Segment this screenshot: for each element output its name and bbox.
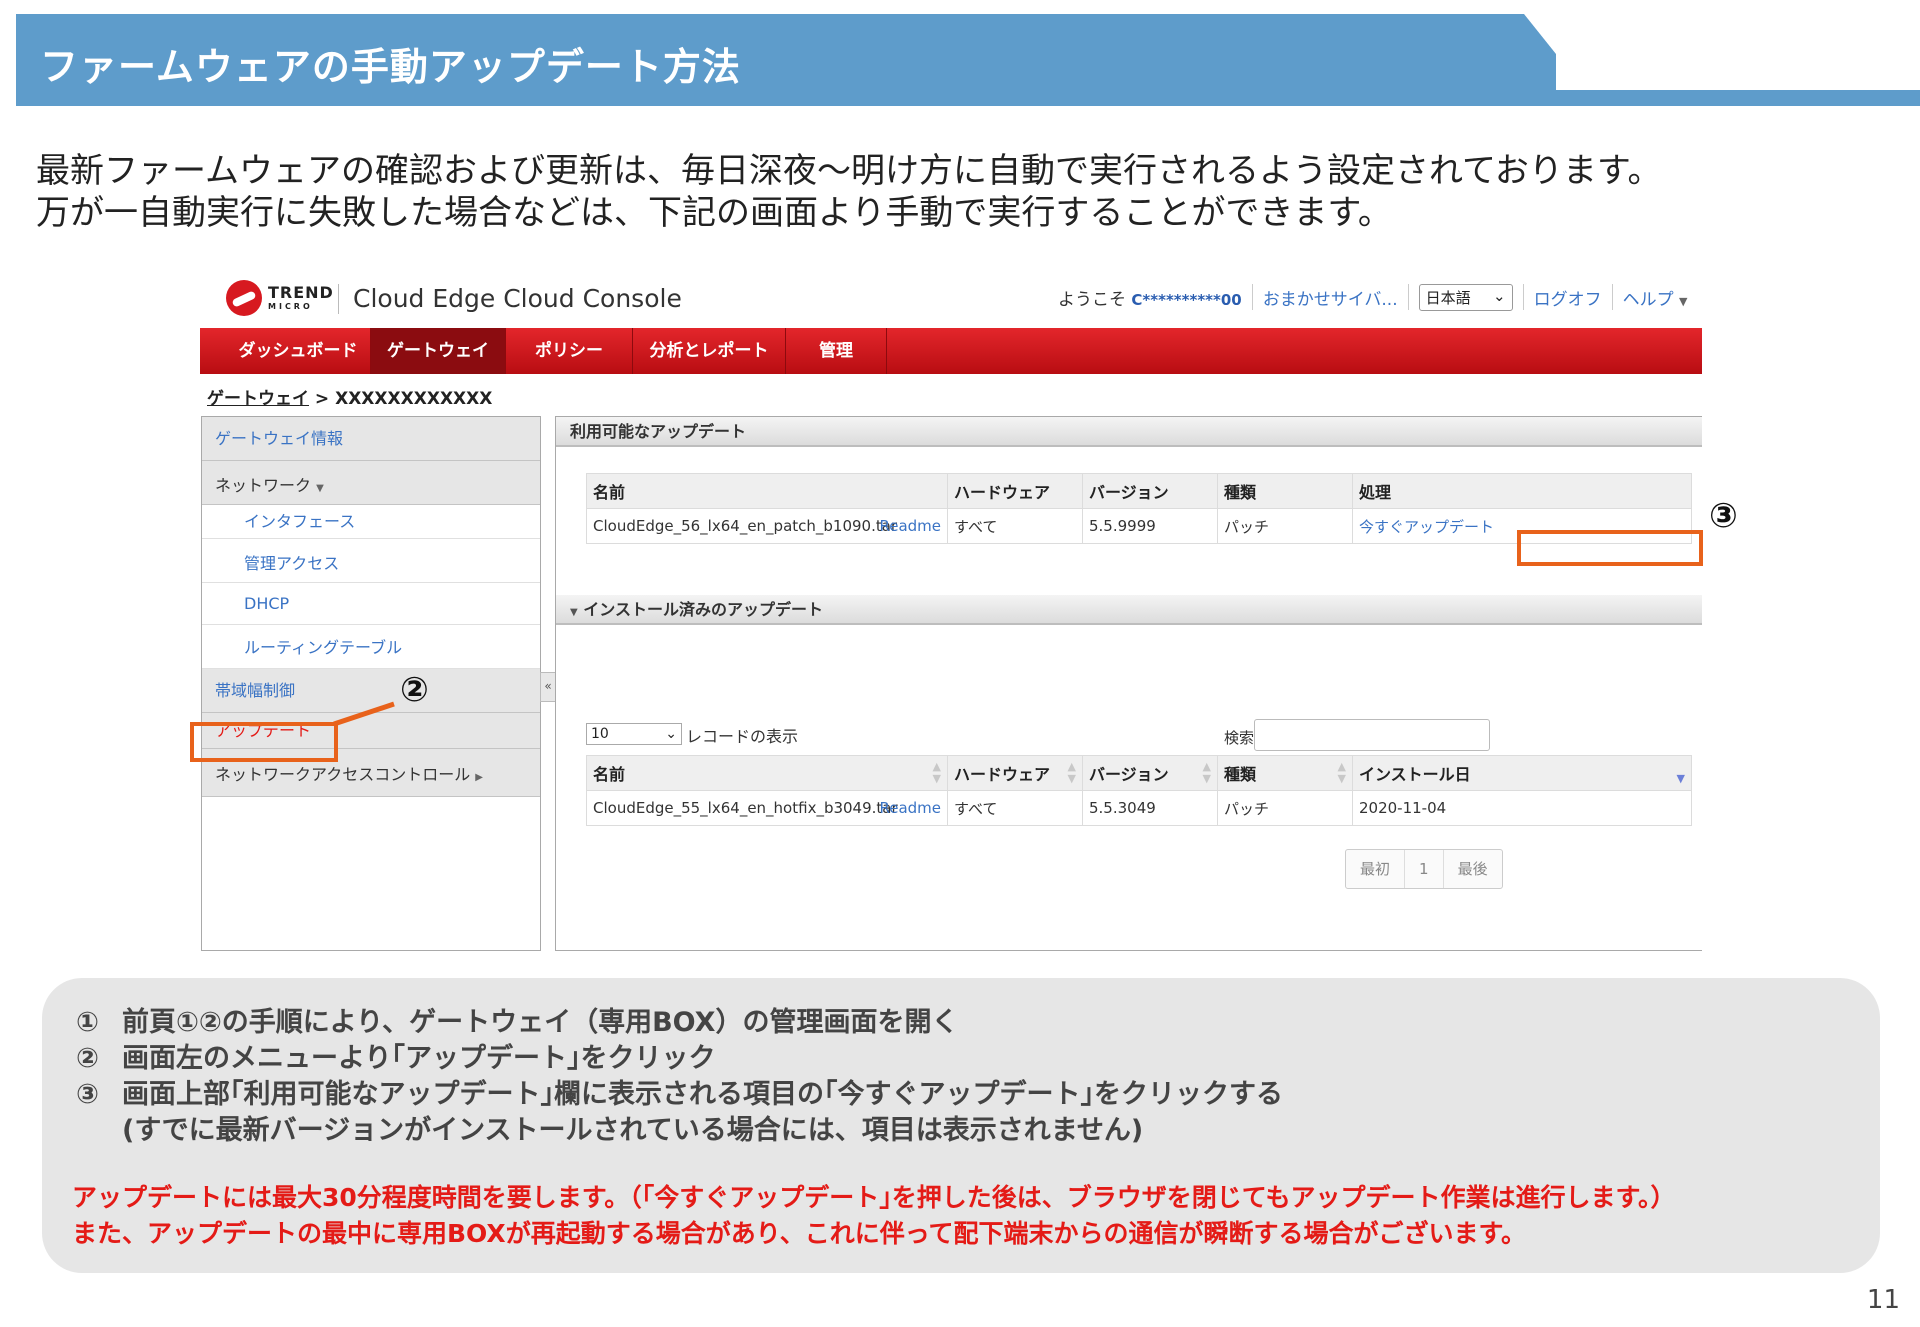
nav-analysis-report[interactable]: 分析とレポート	[633, 328, 786, 374]
welcome-user: C**********00	[1131, 290, 1242, 309]
breadcrumb-gateway-link[interactable]: ゲートウェイ	[207, 389, 309, 409]
col-hardware: ハードウェア	[947, 473, 1083, 509]
sidebar-collapse-icon[interactable]: «	[540, 672, 556, 702]
col-name: 名前	[586, 473, 948, 509]
step-1: ① 前頁①②の手順により、ゲートウェイ（専用BOX）の管理画面を開く	[76, 1007, 959, 1038]
nav-gateway[interactable]: ゲートウェイ	[371, 328, 506, 374]
trend-micro-logo-icon	[226, 280, 262, 316]
sort-icon: ▲ ▼	[1337, 760, 1346, 785]
search-label: 検索	[1224, 729, 1255, 747]
annotation-step-2: ②	[400, 670, 429, 710]
update-now-link[interactable]: 今すぐアップデート	[1359, 518, 1494, 536]
pager-last-button[interactable]: 最後	[1444, 850, 1502, 888]
sidebar-item-gateway-info[interactable]: ゲートウェイ情報	[202, 417, 540, 461]
highlight-update-menu	[190, 722, 338, 762]
col-version: バージョン	[1082, 473, 1218, 509]
annotation-step-3: ③	[1709, 496, 1738, 536]
installed-updates-table: 名前 ▲ ▼ ハードウェア ▲ ▼ バージョン ▲ ▼ 種類 ▲ ▼ インストール日 ▼ Clou…	[586, 755, 1692, 826]
warning-line-2: また、アップデートの最中に専用BOXが再起動する場合があり、これに伴って配下端末…	[72, 1219, 1526, 1248]
instruction-notes: ① 前頁①②の手順により、ゲートウェイ（専用BOX）の管理画面を開く ② 画面左のメ…	[42, 978, 1880, 1273]
cell-version: 5.5.9999	[1082, 508, 1218, 544]
logo-divider	[338, 284, 339, 314]
cell-hardware: すべて	[947, 790, 1083, 826]
pager-first-button[interactable]: 最初	[1346, 850, 1406, 888]
caret-down-icon: ▼	[570, 607, 578, 618]
nav-dashboard[interactable]: ダッシュボード	[226, 328, 371, 374]
pager-page-1[interactable]: 1	[1405, 850, 1444, 888]
annotation-connector-line	[333, 701, 395, 727]
caret-right-icon: ▶	[475, 772, 483, 783]
sidebar-item-routing-table[interactable]: ルーティングテーブル	[202, 625, 540, 669]
company-link[interactable]: おまかせサイバ...	[1263, 285, 1398, 310]
nav-admin[interactable]: 管理	[786, 328, 887, 374]
table-header-row: 名前 ▲ ▼ ハードウェア ▲ ▼ バージョン ▲ ▼ 種類 ▲ ▼ インストール日 ▼	[586, 755, 1692, 791]
col-action: 処理	[1352, 473, 1692, 509]
sort-icon: ▲ ▼	[1202, 760, 1211, 785]
slide-header: ファームウェアの手動アップデート方法	[16, 14, 1920, 106]
table-row: CloudEdge_55_lx64_en_hotfix_b3049.tar Re…	[586, 790, 1692, 826]
col-name[interactable]: 名前 ▲ ▼	[586, 755, 948, 791]
sort-icon: ▲ ▼	[932, 760, 941, 785]
col-version[interactable]: バージョン ▲ ▼	[1082, 755, 1218, 791]
step-3: ③ 画面上部｢利用可能なアップデート｣欄に表示される項目の｢今すぐアップデート｣を…	[76, 1079, 1283, 1110]
sidebar-item-interface[interactable]: インタフェース	[202, 505, 540, 539]
table-header-row: 名前 ハードウェア バージョン 種類 処理	[586, 473, 1692, 509]
search-input[interactable]	[1254, 719, 1490, 751]
caret-down-icon: ▼	[316, 483, 324, 494]
cell-install-date: 2020-11-04	[1352, 790, 1692, 826]
main-navbar: ダッシュボード ゲートウェイ ポリシー 分析とレポート 管理	[200, 328, 1702, 374]
intro-line-2: 万が一自動実行に失敗した場合などは、下記の画面より手動で実行することができます。	[36, 193, 1392, 233]
highlight-update-now	[1517, 530, 1703, 566]
step-3-note: (すでに最新バージョンがインストールされている場合には、項目は表示されません)	[122, 1115, 1144, 1146]
readme-link[interactable]: Readme	[879, 799, 941, 817]
top-right-menu: ようこそ C**********00 おまかせサイバ... 日本語 ⌄ ログオフ …	[1058, 282, 1687, 312]
available-updates-header: 利用可能なアップデート	[556, 417, 1702, 447]
logoff-link[interactable]: ログオフ	[1534, 285, 1602, 310]
sort-icon: ▲ ▼	[1067, 760, 1076, 785]
installed-updates-header[interactable]: ▼ インストール済みのアップデート	[556, 595, 1702, 625]
nav-policy[interactable]: ポリシー	[506, 328, 633, 374]
language-select[interactable]: 日本語 ⌄	[1418, 283, 1513, 311]
product-name: Cloud Edge Cloud Console	[353, 284, 682, 313]
console-screenshot: TREND MICRO Cloud Edge Cloud Console ようこ…	[200, 268, 1702, 953]
sidebar-item-dhcp[interactable]: DHCP	[202, 583, 540, 625]
cell-hardware: すべて	[947, 508, 1083, 544]
chevron-down-icon: ⌄	[1493, 286, 1506, 305]
help-menu[interactable]: ヘルプ ▼	[1623, 285, 1688, 310]
readme-link[interactable]: Readme	[879, 517, 941, 535]
warning-line-1: アップデートには最大30分程度時間を要します。（｢今すぐアップデート｣を押した後…	[72, 1183, 1676, 1212]
cell-type: パッチ	[1217, 508, 1353, 544]
step-2: ② 画面左のメニューより｢アップデート｣をクリック	[76, 1043, 716, 1074]
updates-panel: 利用可能なアップデート 名前 ハードウェア バージョン 種類 処理 CloudE…	[555, 416, 1702, 951]
cell-name: CloudEdge_55_lx64_en_hotfix_b3049.tar Re…	[586, 790, 948, 826]
pagination: 最初 1 最後	[1345, 849, 1503, 889]
console-topbar: TREND MICRO Cloud Edge Cloud Console ようこ…	[200, 268, 1702, 328]
records-label: レコードの表示	[686, 727, 799, 746]
sidebar-item-network[interactable]: ネットワーク ▼	[202, 461, 540, 505]
sidebar-item-mgmt-access[interactable]: 管理アクセス	[202, 539, 540, 583]
gateway-sidebar: ゲートウェイ情報 ネットワーク ▼ インタフェース 管理アクセス DHCP ルー…	[201, 416, 541, 951]
cell-type: パッチ	[1217, 790, 1353, 826]
intro-text: 最新ファームウェアの確認および更新は、毎日深夜～明け方に自動で実行されるよう設定…	[36, 150, 1662, 234]
col-type[interactable]: 種類 ▲ ▼	[1217, 755, 1353, 791]
col-install-date[interactable]: インストール日 ▼	[1352, 755, 1692, 791]
breadcrumb-current: XXXXXXXXXXXX	[335, 389, 493, 409]
breadcrumb: ゲートウェイ > XXXXXXXXXXXX	[207, 389, 493, 409]
col-hardware[interactable]: ハードウェア ▲ ▼	[947, 755, 1083, 791]
welcome-text: ようこそ C**********00	[1058, 289, 1242, 310]
cell-version: 5.5.3049	[1082, 790, 1218, 826]
logo-text: TREND MICRO	[268, 283, 334, 312]
chevron-down-icon: ⌄	[665, 726, 677, 742]
col-type: 種類	[1217, 473, 1353, 509]
sort-desc-icon: ▼	[1676, 772, 1685, 785]
cell-name: CloudEdge_56_lx64_en_patch_b1090.tar Rea…	[586, 508, 948, 544]
caret-down-icon: ▼	[1679, 294, 1688, 308]
slide-title: ファームウェアの手動アップデート方法	[40, 45, 741, 89]
page-number: 11	[1866, 1285, 1900, 1315]
records-per-page-select[interactable]: 10 ⌄	[586, 723, 682, 745]
intro-line-1: 最新ファームウェアの確認および更新は、毎日深夜～明け方に自動で実行されるよう設定…	[36, 151, 1662, 191]
